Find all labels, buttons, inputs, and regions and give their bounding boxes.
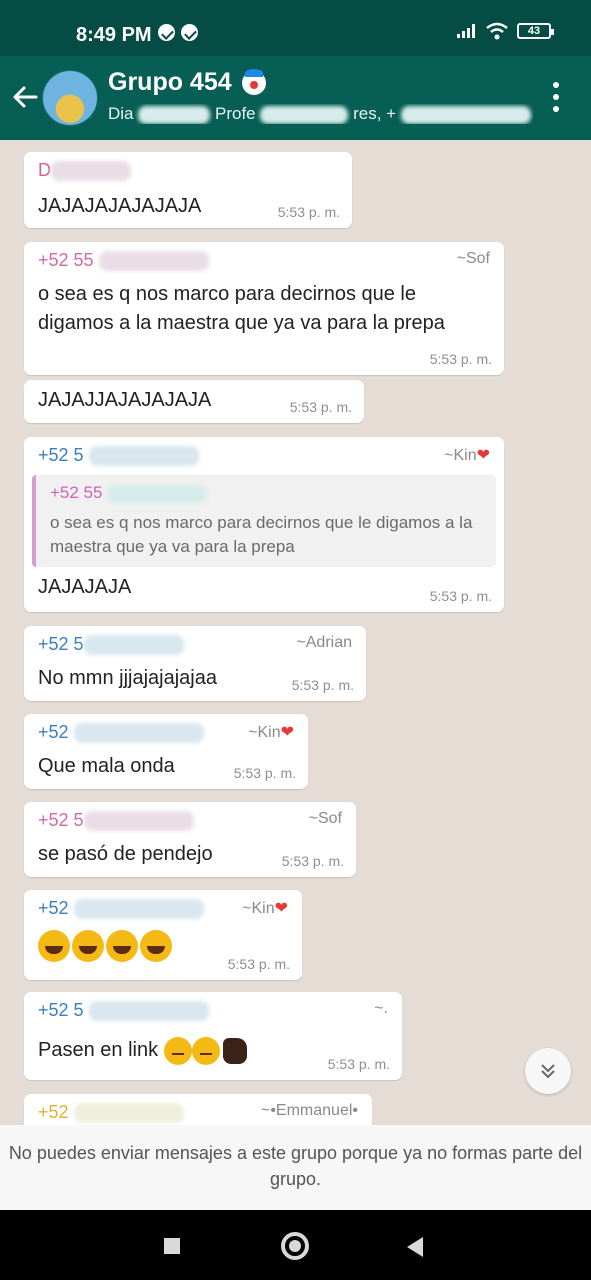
- wifi-icon: [486, 22, 508, 40]
- group-participants: Dia Profe res, + .: [108, 104, 533, 124]
- redacted-text: [260, 105, 349, 124]
- participants-text: Profe: [214, 104, 256, 123]
- message-bubble[interactable]: +52 5 ~Kin❤ +52 55 o sea es q nos marco …: [24, 437, 504, 612]
- chat-header[interactable]: Grupo 454 Dia Profe res, + .: [0, 56, 591, 140]
- message-bubble[interactable]: +52 ~•Emmanuel•: [24, 1094, 372, 1125]
- message-time: 5:53 p. m.: [277, 204, 340, 220]
- redacted-text: [400, 105, 531, 124]
- system-nav-bar: [0, 1210, 591, 1280]
- rolling-laughing-emoji-icon: [140, 930, 172, 962]
- message-text: Que mala onda: [38, 755, 175, 777]
- message-alias: ~Kin❤: [444, 447, 490, 464]
- messenger-notification-icon: [181, 24, 198, 41]
- message-alias: ~Kin❤: [248, 724, 294, 741]
- thumbs-up-emoji-icon: [222, 1037, 247, 1064]
- heart-icon: ❤: [274, 900, 288, 917]
- message-sender: +52: [38, 722, 204, 744]
- quoted-text: o sea es q nos marco para decirnos que l…: [50, 513, 473, 556]
- message-alias: ~Adrian: [296, 634, 352, 651]
- message-sender: +52 5: [38, 445, 199, 467]
- message-text: JAJAJAJA: [38, 576, 132, 598]
- persevering-face-emoji-icon: [163, 1036, 192, 1065]
- back-arrow-icon[interactable]: [10, 82, 40, 112]
- message-sender: +52: [38, 1102, 184, 1124]
- more-vertical-icon[interactable]: [551, 82, 561, 112]
- battery-icon: 43: [517, 23, 554, 39]
- rolling-laughing-emoji-icon: [106, 930, 138, 962]
- message-bubble[interactable]: JAJAJJAJAJAJAJA 5:53 p. m.: [24, 380, 364, 423]
- home-icon[interactable]: [281, 1232, 309, 1260]
- message-text: JAJAJJAJAJAJAJA: [38, 389, 212, 411]
- message-bubble[interactable]: D JAJAJAJAJAJAJA 5:53 p. m.: [24, 152, 352, 228]
- chat-area[interactable]: D JAJAJAJAJAJAJA 5:53 p. m. +52 55 ~Sof …: [0, 140, 591, 1125]
- group-title[interactable]: Grupo 454: [108, 68, 266, 97]
- redacted-text: [73, 899, 204, 920]
- message-time: 5:53 p. m.: [289, 399, 352, 415]
- group-left-notice: No puedes enviar mensajes a este grupo p…: [0, 1125, 591, 1210]
- message-sender: +52 5: [38, 810, 194, 832]
- message-bubble[interactable]: +52 5 ~Sof se pasó de pendejo 5:53 p. m.: [24, 802, 356, 877]
- quoted-sender: +52 55: [50, 483, 208, 503]
- message-bubble[interactable]: +52 5 ~. Pasen en link 5:53 p. m.: [24, 992, 402, 1080]
- status-time: 8:49 PM: [76, 24, 152, 46]
- message-bubble[interactable]: +52 ~Kin❤ 5:53 p. m.: [24, 890, 302, 980]
- message-sender: D: [38, 160, 131, 182]
- redacted-text: [73, 1103, 184, 1124]
- message-time: 5:53 p. m.: [233, 765, 296, 781]
- redacted-text: [73, 723, 204, 744]
- participants-text: Dia: [108, 104, 134, 123]
- message-time: 5:53 p. m.: [429, 588, 492, 604]
- chevron-down-icon: [541, 1064, 555, 1079]
- clown-emoji-icon: [241, 68, 266, 95]
- message-alias: ~Sof: [308, 810, 342, 827]
- redacted-text: [83, 635, 184, 656]
- emoji-row: [38, 930, 172, 962]
- messenger-notification-icon: [158, 24, 175, 41]
- message-text: JAJAJAJAJAJAJA: [38, 195, 202, 217]
- message-sender: +52: [38, 898, 204, 920]
- rolling-laughing-emoji-icon: [72, 930, 104, 962]
- message-alias: ~•Emmanuel•: [260, 1102, 358, 1119]
- status-icons: 43: [457, 22, 554, 40]
- notification-icons: [158, 24, 198, 41]
- status-bar: 8:49 PM 43: [0, 0, 591, 56]
- redacted-text: [83, 811, 194, 832]
- message-alias: ~Kin❤: [242, 900, 288, 917]
- heart-icon: ❤: [280, 724, 294, 741]
- message-text: No mmn jjjajajajajaa: [38, 667, 217, 689]
- message-sender: +52 5: [38, 634, 184, 656]
- message-alias: ~.: [374, 1000, 388, 1017]
- message-text: se pasó de pendejo: [38, 843, 213, 865]
- participants-text: res, +: [353, 104, 397, 123]
- rolling-laughing-emoji-icon: [38, 930, 70, 962]
- message-bubble[interactable]: +52 5 ~Adrian No mmn jjjajajajajaa 5:53 …: [24, 626, 366, 701]
- signal-icon: [457, 24, 475, 38]
- redacted-text: [51, 161, 131, 182]
- quoted-message[interactable]: +52 55 o sea es q nos marco para decirno…: [32, 475, 496, 567]
- message-bubble[interactable]: +52 ~Kin❤ Que mala onda 5:53 p. m.: [24, 714, 308, 789]
- message-time: 5:53 p. m.: [281, 853, 344, 869]
- redacted-text: [98, 251, 209, 272]
- message-time: 5:53 p. m.: [227, 956, 290, 972]
- message-sender: +52 5: [38, 1000, 209, 1022]
- redacted-text: [138, 105, 211, 124]
- message-time: 5:53 p. m.: [327, 1056, 390, 1072]
- group-name: Grupo 454: [108, 68, 232, 96]
- message-text: Pasen en link: [38, 1036, 247, 1065]
- recent-apps-icon[interactable]: [164, 1238, 180, 1254]
- message-time: 5:53 p. m.: [429, 351, 492, 367]
- redacted-text: [107, 484, 208, 503]
- back-icon[interactable]: [407, 1237, 423, 1257]
- message-sender: +52 55: [38, 250, 209, 272]
- message-bubble[interactable]: +52 55 ~Sof o sea es q nos marco para de…: [24, 242, 504, 375]
- heart-icon: ❤: [476, 447, 490, 464]
- redacted-text: [88, 446, 199, 467]
- persevering-face-emoji-icon: [191, 1036, 220, 1065]
- message-alias: ~Sof: [456, 250, 490, 267]
- group-avatar[interactable]: [42, 70, 98, 126]
- scroll-down-button[interactable]: [525, 1048, 571, 1094]
- redacted-text: [88, 1001, 209, 1022]
- message-time: 5:53 p. m.: [291, 677, 354, 693]
- message-text: o sea es q nos marco para decirnos que l…: [38, 283, 445, 334]
